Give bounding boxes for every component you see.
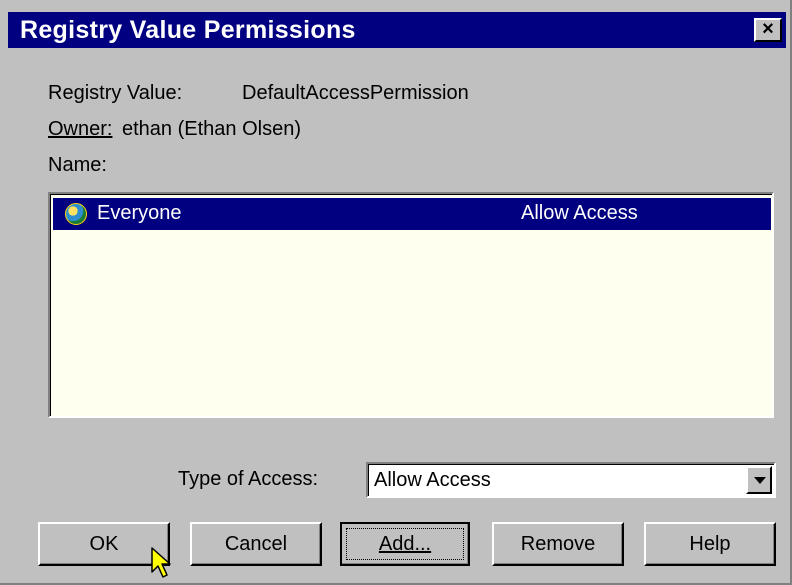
cancel-button-label: Cancel xyxy=(224,533,288,555)
close-icon: × xyxy=(762,18,774,40)
chevron-down-icon[interactable] xyxy=(746,466,772,494)
title-bar[interactable]: Registry Value Permissions × xyxy=(8,12,786,48)
registry-value-label: Registry Value: xyxy=(48,82,183,104)
name-label: Name: xyxy=(48,154,107,176)
list-item-name: Everyone xyxy=(97,202,182,224)
add-button-label: Add... xyxy=(378,533,432,555)
owner-value: ethan (Ethan Olsen) xyxy=(122,118,301,140)
mouse-cursor-icon xyxy=(151,547,171,578)
window-title: Registry Value Permissions xyxy=(20,16,356,44)
permissions-list[interactable]: Everyone Allow Access xyxy=(48,192,774,418)
list-item-everyone[interactable]: Everyone Allow Access xyxy=(53,198,771,230)
globe-icon xyxy=(65,203,87,225)
list-item-access: Allow Access xyxy=(521,202,638,224)
type-of-access-select[interactable]: Allow Access xyxy=(366,462,776,498)
cancel-button[interactable]: Cancel xyxy=(190,522,322,566)
owner-label: Owner: xyxy=(48,118,112,141)
type-of-access-label: Type of Access: xyxy=(178,468,319,490)
remove-button[interactable]: Remove xyxy=(492,522,624,566)
add-button[interactable]: Add... xyxy=(340,522,470,566)
help-button[interactable]: Help xyxy=(644,522,776,566)
ok-button-label: OK xyxy=(89,533,119,555)
close-button[interactable]: × xyxy=(754,18,782,42)
help-button-label: Help xyxy=(689,533,731,555)
registry-value-permissions-dialog: Registry Value Permissions × Registry Va… xyxy=(0,0,792,585)
remove-button-label: Remove xyxy=(520,533,596,555)
owner-label-text: Owner: xyxy=(48,118,113,140)
registry-value-text: DefaultAccessPermission xyxy=(242,82,469,104)
type-of-access-value: Allow Access xyxy=(374,469,491,491)
